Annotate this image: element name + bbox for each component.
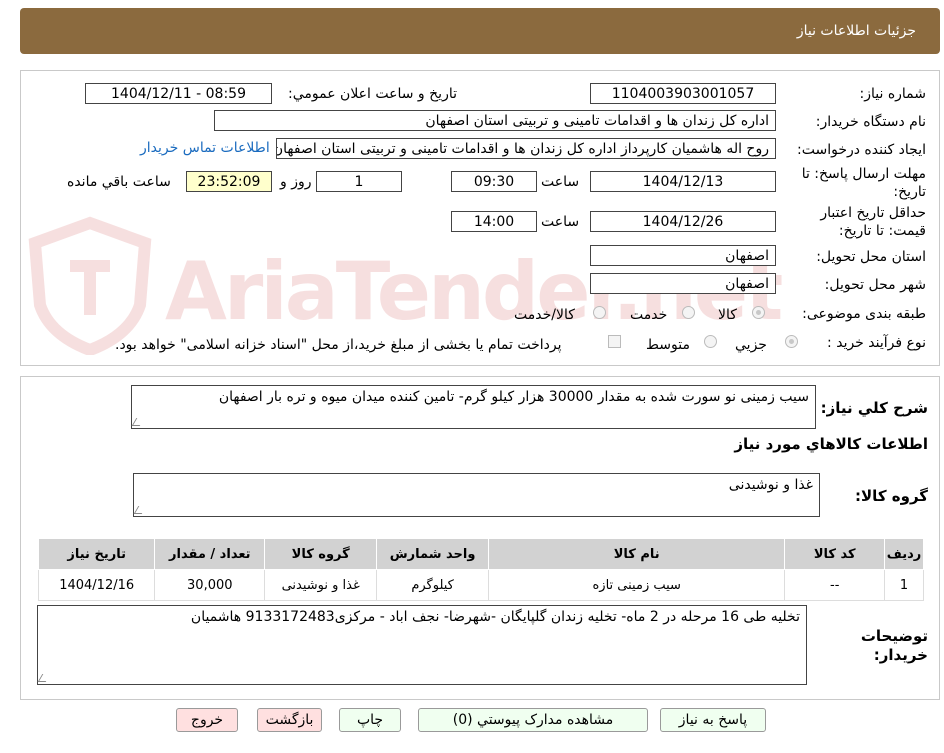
resize-handle[interactable] bbox=[133, 506, 147, 514]
cell-row: 1 bbox=[884, 569, 924, 601]
cell-unit: کیلوگرم bbox=[376, 569, 490, 601]
category-label: طبقه بندی موضوعی: bbox=[802, 306, 926, 322]
goods-group-textarea[interactable]: غذا و نوشیدنی bbox=[133, 473, 820, 517]
contact-buyer-link[interactable]: اطلاعات تماس خريدار bbox=[140, 140, 270, 156]
buyer-notes-label-line1: توضيحات bbox=[860, 627, 928, 645]
deadline-time-label: ساعت bbox=[541, 174, 580, 190]
goods-group-label: گروه کالا: bbox=[855, 487, 928, 505]
category-option-goods: کالا bbox=[718, 307, 737, 323]
page-title: جزئیات اطلاعات نیاز bbox=[796, 23, 916, 39]
payment-note: پرداخت تمام يا بخشی از مبلغ خريد،از محل … bbox=[115, 337, 562, 353]
description-text: سیب زمینی نو سورت شده به مقدار 30000 هزا… bbox=[218, 389, 809, 405]
reply-button[interactable]: پاسخ به نياز bbox=[660, 708, 766, 732]
col-name: نام کالا bbox=[488, 538, 786, 570]
validity-label-line2: قيمت: تا تاريخ: bbox=[838, 223, 926, 239]
print-button[interactable]: چاپ bbox=[339, 708, 401, 732]
validity-time-field: 14:00 bbox=[451, 211, 537, 232]
cell-need-date: 1404/12/16 bbox=[37, 569, 156, 601]
col-quantity: تعداد / مقدار bbox=[154, 538, 266, 570]
goods-table: رديف کد کالا نام کالا واحد شمارش گروه کا… bbox=[37, 538, 924, 601]
description-textarea[interactable]: سیب زمینی نو سورت شده به مقدار 30000 هزا… bbox=[131, 385, 816, 429]
col-row: رديف bbox=[884, 538, 924, 570]
cell-group: غذا و نوشیدنی bbox=[264, 569, 378, 601]
process-option-medium: متوسط bbox=[646, 337, 690, 353]
process-label: نوع فرآيند خريد : bbox=[827, 335, 926, 351]
remaining-time-label: ساعت باقي مانده bbox=[67, 174, 171, 190]
back-button[interactable]: بازگشت bbox=[257, 708, 322, 732]
goods-group-text: غذا و نوشیدنی bbox=[728, 477, 813, 493]
days-field: 1 bbox=[316, 171, 402, 192]
validity-time-label: ساعت bbox=[541, 214, 580, 230]
page-header: جزئیات اطلاعات نیاز bbox=[20, 8, 940, 54]
description-label: شرح کلي نياز: bbox=[820, 399, 928, 417]
resize-handle[interactable] bbox=[131, 418, 145, 426]
category-option-goods-service: کالا/خدمت bbox=[514, 307, 575, 323]
need-number-label: شماره نیاز: bbox=[859, 86, 927, 102]
announce-field: 1404/12/11 - 08:59 bbox=[85, 83, 272, 104]
resize-handle[interactable] bbox=[37, 674, 51, 682]
col-need-date: تاريخ نياز bbox=[37, 538, 156, 570]
province-field: اصفهان bbox=[590, 245, 776, 266]
days-label: روز و bbox=[280, 174, 312, 190]
cell-quantity: 30,000 bbox=[154, 569, 266, 601]
announce-label: تاریخ و ساعت اعلان عمومي: bbox=[288, 86, 457, 102]
city-field: اصفهان bbox=[590, 273, 776, 294]
process-radio-minor[interactable] bbox=[785, 335, 798, 348]
buyer-org-label: نام دستگاه خريدار: bbox=[815, 114, 926, 130]
requester-field: روح اله هاشمیان کارپرداز اداره کل زندان … bbox=[276, 138, 776, 159]
col-unit: واحد شمارش bbox=[376, 538, 490, 570]
treasury-checkbox[interactable] bbox=[608, 335, 621, 348]
deadline-label-line1: مهلت ارسال پاسخ: تا bbox=[801, 166, 926, 182]
cell-name: سیب زمینی تازه bbox=[488, 569, 786, 601]
col-group: گروه کالا bbox=[264, 538, 378, 570]
category-radio-goods-service[interactable] bbox=[593, 306, 606, 319]
validity-date-field: 1404/12/26 bbox=[590, 211, 776, 232]
need-number-field: 1104003903001057 bbox=[590, 83, 776, 104]
deadline-time-field: 09:30 bbox=[451, 171, 537, 192]
category-radio-goods[interactable] bbox=[752, 306, 765, 319]
attachments-button[interactable]: مشاهده مدارک پيوستي (0) bbox=[418, 708, 648, 732]
process-radio-medium[interactable] bbox=[704, 335, 717, 348]
category-radio-service[interactable] bbox=[682, 306, 695, 319]
category-option-service: خدمت bbox=[630, 307, 668, 323]
deadline-date-field: 1404/12/13 bbox=[590, 171, 776, 192]
validity-label-line1: حداقل تاريخ اعتبار bbox=[820, 205, 926, 221]
goods-section-title: اطلاعات کالاهاي مورد نياز bbox=[734, 435, 928, 453]
buyer-org-field: اداره کل زندان ها و اقدامات تامینی و ترب… bbox=[214, 110, 776, 131]
remaining-time-field: 23:52:09 bbox=[186, 171, 272, 192]
buyer-notes-textarea[interactable]: تخلیه طی 16 مرحله در 2 ماه- تخلیه زندان … bbox=[37, 605, 807, 685]
deadline-label-line2: تاريخ: bbox=[893, 184, 926, 200]
process-option-minor: جزيي bbox=[735, 337, 767, 353]
exit-button[interactable]: خروج bbox=[176, 708, 238, 732]
city-label: شهر محل تحويل: bbox=[824, 277, 926, 293]
province-label: استان محل تحويل: bbox=[816, 249, 926, 265]
requester-label: ايجاد کننده درخواست: bbox=[797, 142, 926, 158]
buyer-notes-label-line2: خريدار: bbox=[873, 646, 928, 664]
table-header-row: رديف کد کالا نام کالا واحد شمارش گروه کا… bbox=[37, 538, 924, 570]
table-row: 1 -- سیب زمینی تازه کیلوگرم غذا و نوشیدن… bbox=[37, 569, 924, 601]
col-code: کد کالا bbox=[784, 538, 886, 570]
cell-code: -- bbox=[784, 569, 886, 601]
buyer-notes-text: تخلیه طی 16 مرحله در 2 ماه- تخلیه زندان … bbox=[190, 609, 800, 625]
